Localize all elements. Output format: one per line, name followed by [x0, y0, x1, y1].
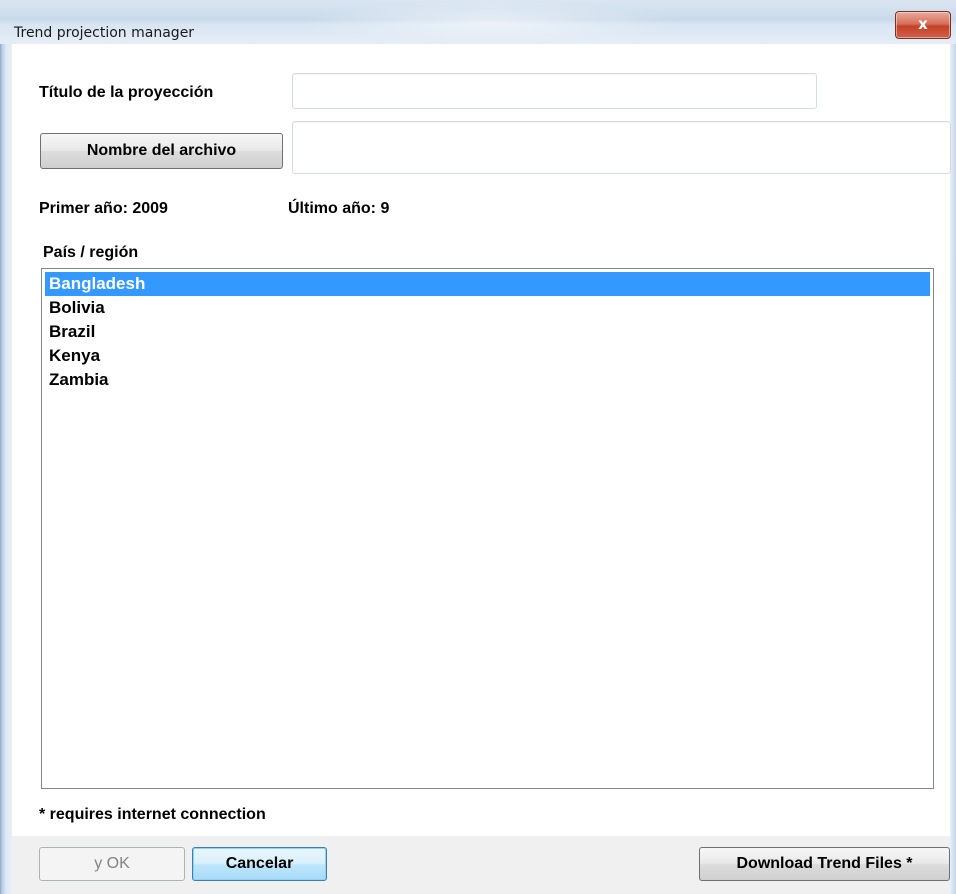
list-item[interactable]: Zambia [45, 368, 930, 392]
projection-title-input[interactable] [292, 73, 817, 109]
first-year-label: Primer año: 2009 [39, 200, 168, 217]
internet-note: * requires internet connection [39, 806, 266, 823]
list-item[interactable]: Brazil [45, 320, 930, 344]
list-item[interactable]: Bangladesh [45, 272, 930, 296]
cancel-button[interactable]: Cancelar [192, 847, 327, 881]
projection-title-label: Título de la proyección [39, 84, 214, 101]
close-button[interactable]: x [895, 11, 951, 39]
last-year-label: Último año: 9 [288, 200, 390, 217]
country-listbox[interactable]: Bangladesh Bolivia Brazil Kenya Zambia [41, 268, 934, 789]
list-item[interactable]: Kenya [45, 344, 930, 368]
title-bar-glow [300, 0, 680, 44]
download-trend-files-button[interactable]: Download Trend Files * [699, 847, 950, 881]
ok-button[interactable]: y OK [39, 847, 185, 881]
title-bar[interactable]: Trend projection manager x [0, 0, 956, 44]
file-name-input[interactable] [292, 121, 951, 174]
close-icon: x [918, 15, 928, 33]
file-name-button[interactable]: Nombre del archivo [40, 133, 283, 169]
window-title: Trend projection manager [14, 25, 195, 41]
dialog-window: Trend projection manager x Título de la … [0, 0, 956, 894]
window-frame-left [0, 0, 12, 894]
list-item[interactable]: Bolivia [45, 296, 930, 320]
country-region-label: País / región [43, 244, 139, 261]
